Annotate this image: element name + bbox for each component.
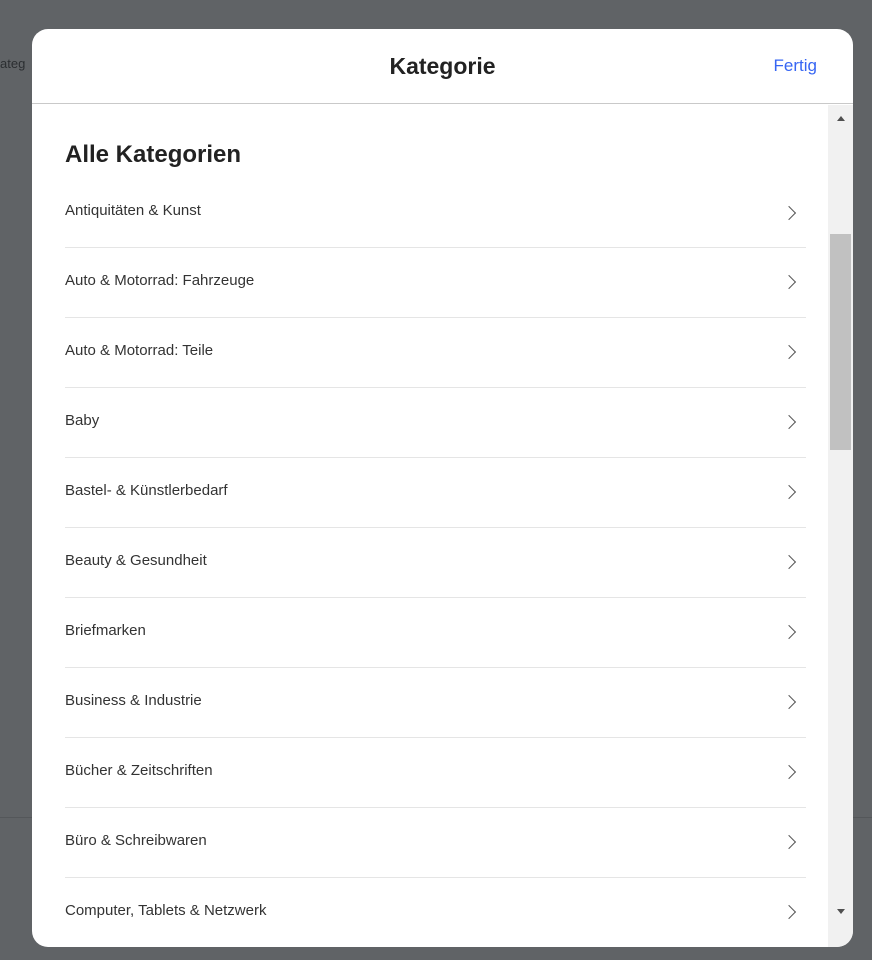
chevron-right-icon: [781, 274, 797, 290]
category-item-books-magazines[interactable]: Bücher & Zeitschriften: [65, 738, 806, 808]
scrollbar[interactable]: [828, 105, 853, 947]
category-item-auto-vehicles[interactable]: Auto & Motorrad: Fahrzeuge: [65, 248, 806, 318]
category-item-office-supplies[interactable]: Büro & Schreibwaren: [65, 808, 806, 878]
category-modal: Kategorie Fertig Alle Kategorien Antiqui…: [32, 29, 853, 947]
category-label: Büro & Schreibwaren: [65, 832, 207, 849]
category-label: Business & Industrie: [65, 692, 202, 709]
chevron-right-icon: [781, 554, 797, 570]
chevron-right-icon: [781, 834, 797, 850]
chevron-right-icon: [781, 764, 797, 780]
category-label: Bastel- & Künstlerbedarf: [65, 482, 228, 499]
chevron-right-icon: [781, 205, 797, 221]
category-item-business-industry[interactable]: Business & Industrie: [65, 668, 806, 738]
scrollbar-thumb[interactable]: [830, 234, 851, 450]
chevron-right-icon: [781, 344, 797, 360]
arrow-down-icon[interactable]: [837, 909, 845, 914]
category-item-computers-tablets-network[interactable]: Computer, Tablets & Netzwerk: [65, 878, 806, 947]
chevron-right-icon: [781, 624, 797, 640]
chevron-right-icon: [781, 694, 797, 710]
arrow-up-icon[interactable]: [837, 116, 845, 121]
category-item-stamps[interactable]: Briefmarken: [65, 598, 806, 668]
category-label: Auto & Motorrad: Fahrzeuge: [65, 272, 255, 289]
category-label: Computer, Tablets & Netzwerk: [65, 902, 267, 919]
modal-title: Kategorie: [389, 53, 496, 79]
chevron-right-icon: [781, 414, 797, 430]
category-label: Antiquitäten & Kunst: [65, 202, 201, 219]
category-list-panel: Alle Kategorien Antiquitäten & Kunst Aut…: [32, 105, 828, 947]
category-label: Auto & Motorrad: Teile: [65, 342, 214, 359]
category-label: Baby: [65, 412, 100, 429]
category-item-craft-supplies[interactable]: Bastel- & Künstlerbedarf: [65, 458, 806, 528]
category-label: Bücher & Zeitschriften: [65, 762, 213, 779]
category-label: Briefmarken: [65, 622, 146, 639]
category-item-beauty-health[interactable]: Beauty & Gesundheit: [65, 528, 806, 598]
chevron-right-icon: [781, 484, 797, 500]
category-list: Antiquitäten & Kunst Auto & Motorrad: Fa…: [65, 190, 806, 947]
category-item-auto-parts[interactable]: Auto & Motorrad: Teile: [65, 318, 806, 388]
section-heading: Alle Kategorien: [65, 141, 242, 168]
chevron-right-icon: [781, 904, 797, 920]
category-item-antiques-art[interactable]: Antiquitäten & Kunst: [65, 190, 806, 248]
category-item-baby[interactable]: Baby: [65, 388, 806, 458]
done-button[interactable]: Fertig: [774, 56, 817, 76]
category-label: Beauty & Gesundheit: [65, 552, 207, 569]
modal-header: Kategorie Fertig: [32, 29, 853, 104]
